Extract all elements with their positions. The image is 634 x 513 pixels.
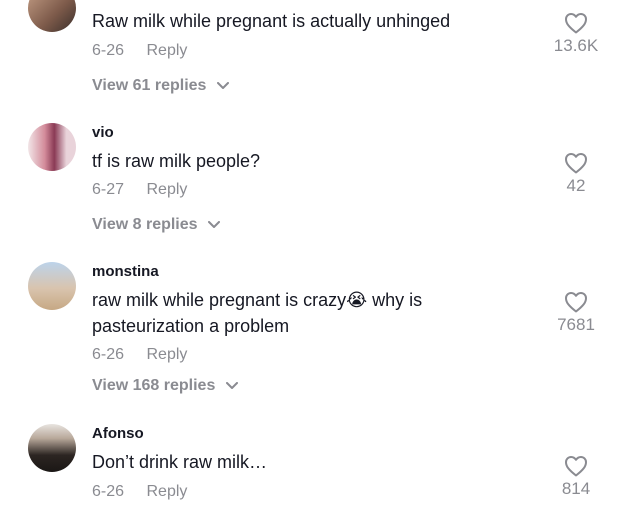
comment-date: 6-26: [92, 483, 125, 500]
comment-text: Raw milk while pregnant is actually unhi…: [92, 11, 451, 31]
avatar[interactable]: [28, 262, 76, 310]
view-replies-button[interactable]: View 8 replies: [92, 216, 220, 234]
avatar[interactable]: [28, 123, 76, 171]
like-count: 814: [561, 479, 591, 498]
like-count: 13.6K: [553, 36, 599, 55]
comment-username[interactable]: monstina: [92, 263, 159, 280]
view-replies-label: View 8 replies: [92, 216, 198, 233]
comment-date: 6-26: [92, 346, 125, 363]
chevron-down-icon: [225, 381, 238, 389]
heart-outline-icon: [565, 153, 587, 174]
comment-username[interactable]: vio: [92, 124, 114, 141]
like-button[interactable]: 42: [536, 152, 616, 196]
heart-outline-icon: [565, 13, 587, 34]
comment-username[interactable]: Afonso: [92, 425, 144, 442]
heart-outline-icon: [565, 292, 587, 313]
comment-date: 6-27: [92, 181, 125, 198]
comment-meta: 6-26 Reply: [92, 42, 187, 60]
heart-outline-icon: [565, 456, 587, 477]
chevron-down-icon: [216, 81, 229, 89]
reply-button[interactable]: Reply: [146, 181, 187, 198]
view-replies-label: View 61 replies: [92, 77, 207, 94]
reply-button[interactable]: Reply: [146, 42, 187, 59]
comment-meta: 6-27 Reply: [92, 181, 187, 199]
comment-meta: 6-26 Reply: [92, 483, 187, 501]
comment-text: tf is raw milk people?: [92, 151, 261, 171]
like-count: 7681: [557, 315, 595, 334]
like-button[interactable]: 814: [536, 455, 616, 499]
like-count: 42: [566, 176, 586, 195]
comment-date: 6-26: [92, 42, 125, 59]
like-button[interactable]: 13.6K: [536, 12, 616, 56]
reply-button[interactable]: Reply: [146, 483, 187, 500]
view-replies-button[interactable]: View 168 replies: [92, 377, 238, 395]
view-replies-label: View 168 replies: [92, 377, 216, 394]
like-button[interactable]: 7681: [536, 291, 616, 335]
comment-meta: 6-26 Reply: [92, 346, 187, 364]
chevron-down-icon: [208, 220, 220, 228]
avatar[interactable]: [28, 424, 76, 472]
comment-text: Don’t drink raw milk…: [92, 452, 268, 472]
comment-text: raw milk while pregnant is crazy😭 why is…: [92, 290, 423, 336]
view-replies-button[interactable]: View 61 replies: [92, 77, 229, 95]
reply-button[interactable]: Reply: [146, 346, 187, 363]
avatar[interactable]: [28, 0, 76, 32]
